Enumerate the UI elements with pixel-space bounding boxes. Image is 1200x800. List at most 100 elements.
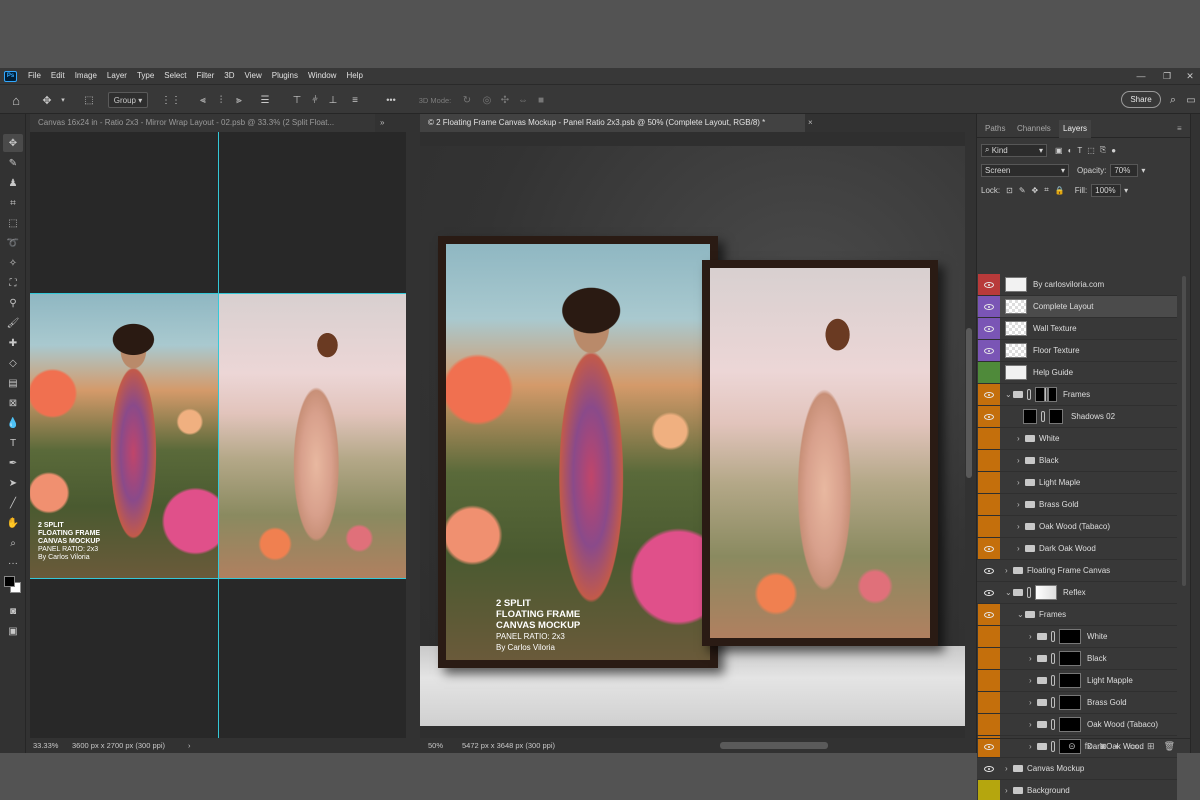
workspace-icon[interactable]: ▭	[1184, 92, 1198, 108]
move-tool-icon[interactable]: ✥	[38, 92, 56, 108]
share-button[interactable]: Share	[1121, 91, 1161, 108]
expand-chevron-icon[interactable]: ⌄	[1005, 384, 1012, 406]
left-status-arrow-icon[interactable]: ›	[188, 739, 191, 753]
mask-link-icon[interactable]	[1051, 653, 1055, 664]
home-icon[interactable]: ⌂	[6, 92, 26, 108]
layer-visibility-toggle[interactable]	[978, 384, 1000, 405]
blur-tool-icon[interactable]: 💧	[3, 414, 23, 432]
filter-adjustment-icon[interactable]: ◐	[1068, 146, 1073, 155]
auto-select-dropdown[interactable]: Group ▾	[108, 92, 148, 108]
align-bottom-icon[interactable]: ⊥	[326, 92, 340, 108]
lock-artboard-icon[interactable]: ⌗	[1044, 185, 1049, 195]
layer-row[interactable]: › Floating Frame Canvas	[977, 560, 1177, 582]
lock-pixels-icon[interactable]: ✎	[1019, 186, 1026, 195]
healing-tool-icon[interactable]: ✚	[3, 334, 23, 352]
tab-layers[interactable]: Layers	[1059, 120, 1092, 138]
expand-chevron-icon[interactable]: ›	[1005, 780, 1008, 800]
minimize-icon[interactable]: —	[1133, 68, 1149, 84]
move-tool-icon[interactable]: ✥	[3, 134, 23, 152]
expand-chevron-icon[interactable]: ›	[1017, 472, 1020, 494]
type-tool-icon[interactable]: T	[3, 434, 23, 452]
layer-visibility-toggle[interactable]	[978, 604, 1000, 625]
quick-select-icon[interactable]: ✧	[3, 254, 23, 272]
opacity-field[interactable]: 70%	[1110, 163, 1139, 177]
menu-layer[interactable]: Layer	[102, 68, 132, 84]
tab-canvas-mirror-wrap[interactable]: Canvas 16x24 in - Ratio 2x3 - Mirror Wra…	[30, 114, 375, 132]
main-document-canvas[interactable]: 2 SPLIT FLOATING FRAME CANVAS MOCKUP PAN…	[420, 132, 965, 738]
kind-filter-dropdown[interactable]: ⌕ Kind ▾	[981, 143, 1047, 157]
layer-row[interactable]: › Background	[977, 780, 1177, 800]
align-center-h-icon[interactable]: ⫶	[214, 92, 228, 108]
layer-visibility-toggle[interactable]	[978, 516, 1000, 537]
layer-visibility-toggle[interactable]	[978, 296, 1000, 317]
tab-channels[interactable]: Channels	[1013, 120, 1055, 138]
layer-visibility-toggle[interactable]	[978, 538, 1000, 559]
align-top-icon[interactable]: ⊤	[290, 92, 304, 108]
align-left-icon[interactable]: ⫷	[196, 92, 210, 108]
more-tools-icon[interactable]: ···	[3, 554, 23, 572]
menu-type[interactable]: Type	[132, 68, 159, 84]
folder-icon[interactable]: ▭	[1130, 741, 1139, 752]
menu-3d[interactable]: 3D	[219, 68, 239, 84]
foreground-color-swatch[interactable]	[4, 576, 15, 587]
pen-tool-icon[interactable]: ✒	[3, 454, 23, 472]
layer-row[interactable]: › Brass Gold	[977, 692, 1177, 714]
lock-transparency-icon[interactable]: ⊡	[1006, 186, 1013, 195]
artboard-tool-icon[interactable]: ✎	[3, 154, 23, 172]
new-layer-icon[interactable]: ⊞	[1147, 741, 1155, 752]
layer-visibility-toggle[interactable]	[978, 274, 1000, 295]
layer-row[interactable]: › Oak Wood (Tabaco)	[977, 516, 1177, 538]
menu-edit[interactable]: Edit	[46, 68, 70, 84]
layer-row[interactable]: Shadows 02	[977, 406, 1177, 428]
layers-scrollbar[interactable]	[1182, 276, 1186, 586]
distribute-icon[interactable]: ☰	[258, 92, 272, 108]
filter-shape-icon[interactable]: ⬚	[1087, 146, 1095, 155]
layer-row[interactable]: › White	[977, 428, 1177, 450]
mask-link-icon[interactable]	[1051, 631, 1055, 642]
layer-visibility-toggle[interactable]	[978, 626, 1000, 647]
align-middle-icon[interactable]: ⫩	[308, 92, 322, 108]
filter-smart-object-icon[interactable]: ⎘	[1100, 145, 1106, 155]
adjustment-icon[interactable]: ◐	[1115, 741, 1120, 751]
layer-row[interactable]: › Black	[977, 450, 1177, 472]
layer-visibility-toggle[interactable]	[978, 692, 1000, 713]
layer-row[interactable]: Floor Texture	[977, 340, 1177, 362]
layer-visibility-toggle[interactable]	[978, 648, 1000, 669]
lock-all-icon[interactable]: 🔒	[1055, 186, 1065, 195]
menu-plugins[interactable]: Plugins	[267, 68, 303, 84]
quick-mask-icon[interactable]: ◙	[3, 602, 23, 620]
layer-visibility-toggle[interactable]	[978, 340, 1000, 361]
mask-link-icon[interactable]	[1051, 675, 1055, 686]
trash-icon[interactable]: 🗑	[1164, 741, 1175, 752]
gradient-tool-icon[interactable]: ▤	[3, 374, 23, 392]
layer-visibility-toggle[interactable]	[978, 318, 1000, 339]
menu-image[interactable]: Image	[70, 68, 102, 84]
crop-tool-icon[interactable]: ⛶	[3, 274, 23, 292]
layer-row[interactable]: › White	[977, 626, 1177, 648]
distribute-v-icon[interactable]: ≡	[348, 92, 362, 108]
menu-window[interactable]: Window	[303, 68, 341, 84]
layer-row[interactable]: › Oak Wood (Tabaco)	[977, 714, 1177, 736]
layer-row[interactable]: ⌄ Frames	[977, 384, 1177, 406]
expand-chevron-icon[interactable]: ›	[1029, 626, 1032, 648]
hand-tool-icon[interactable]: ✋	[3, 514, 23, 532]
close-window-icon[interactable]: ✕	[1182, 68, 1198, 84]
eraser-tool-icon[interactable]: ◇	[3, 354, 23, 372]
layer-row[interactable]: ⌄ Reflex	[977, 582, 1177, 604]
path-select-icon[interactable]: ➤	[3, 474, 23, 492]
fill-field[interactable]: 100%	[1091, 183, 1122, 197]
fx-icon[interactable]: fx	[1085, 741, 1092, 751]
blend-mode-dropdown[interactable]: Screen ▾	[981, 163, 1069, 177]
layer-row[interactable]: › Dark Oak Wood	[977, 538, 1177, 560]
layer-row[interactable]: › Black	[977, 648, 1177, 670]
filter-toggle-icon[interactable]: ●	[1111, 146, 1116, 155]
expand-chevron-icon[interactable]: ›	[1029, 714, 1032, 736]
expand-chevron-icon[interactable]: ›	[1017, 538, 1020, 560]
mask-link-icon[interactable]	[1041, 411, 1045, 422]
fill-chevron-icon[interactable]: ▾	[1124, 186, 1128, 195]
menu-file[interactable]: File	[23, 68, 46, 84]
tab-paths[interactable]: Paths	[981, 120, 1009, 138]
layer-visibility-toggle[interactable]	[978, 428, 1000, 449]
layer-visibility-toggle[interactable]	[978, 406, 1000, 427]
expand-chevron-icon[interactable]: ›	[1029, 648, 1032, 670]
